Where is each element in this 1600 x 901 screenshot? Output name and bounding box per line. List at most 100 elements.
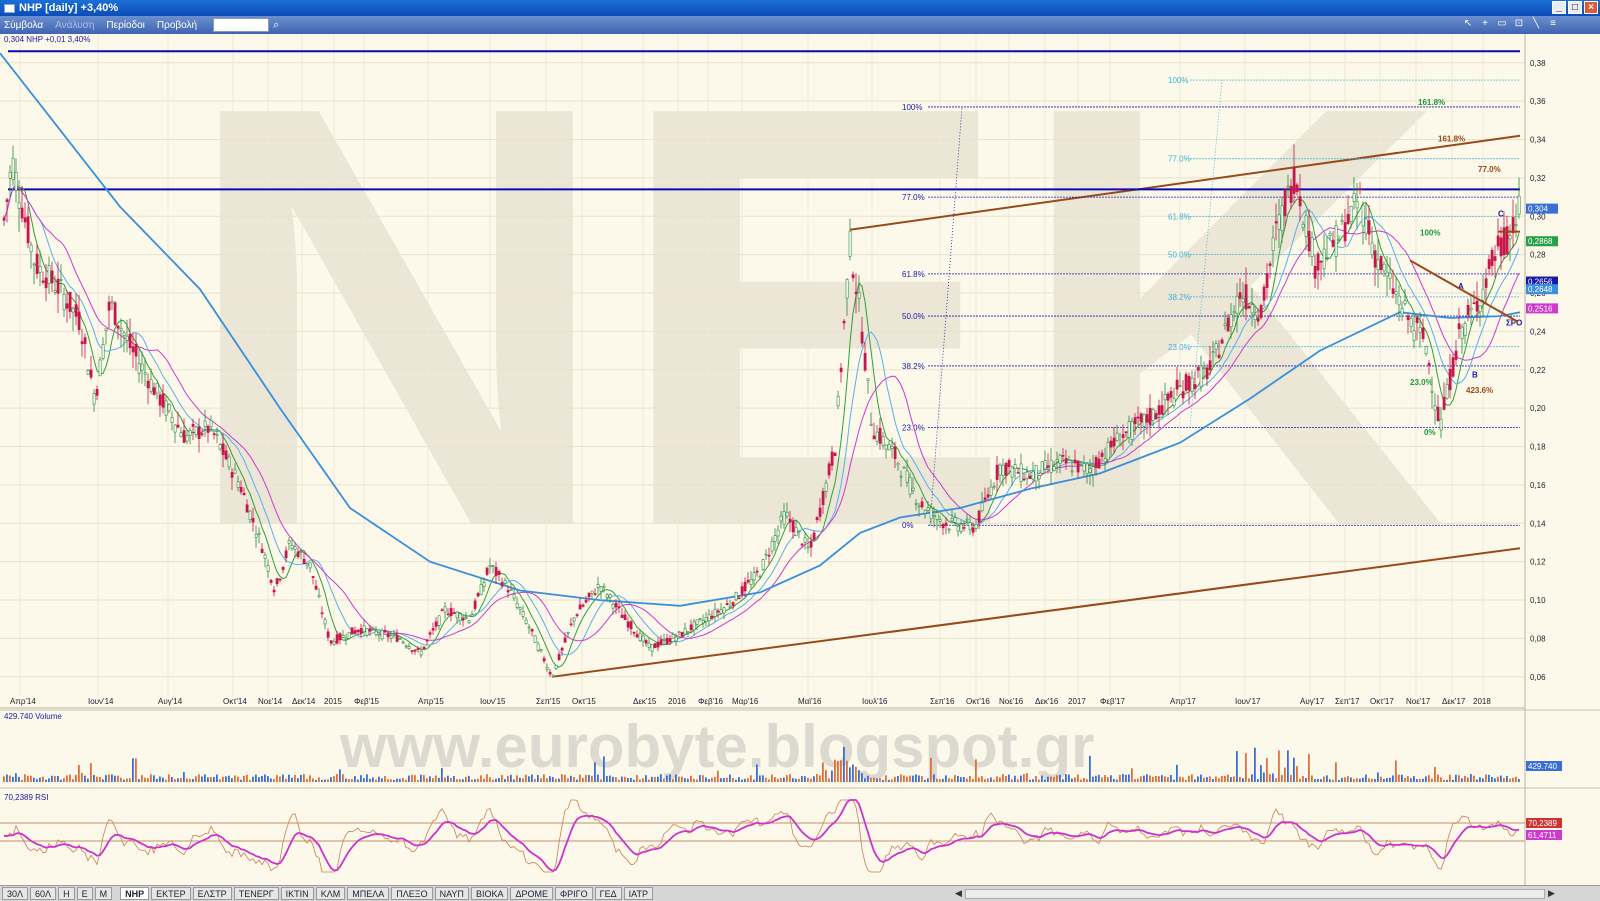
zoom-icon[interactable]: ⊡ bbox=[1512, 17, 1526, 31]
symbol-tab[interactable]: ΕΛΣΤΡ bbox=[192, 887, 232, 900]
symbol-tab[interactable]: Η bbox=[58, 887, 75, 900]
scroll-left-icon[interactable]: ◀ bbox=[955, 888, 962, 899]
candle-body bbox=[1022, 478, 1026, 481]
rsi-header: 70,2389 RSI bbox=[4, 793, 48, 802]
candle-body bbox=[707, 614, 711, 622]
symbol-tab[interactable]: ΚΛΜ bbox=[315, 887, 346, 900]
horizontal-scrollbar[interactable] bbox=[965, 889, 1545, 899]
candle-body bbox=[191, 423, 195, 427]
symbol-tab[interactable]: ΙΚΤΙΝ bbox=[280, 887, 314, 900]
volume-bar bbox=[852, 764, 854, 782]
candle-body bbox=[257, 532, 261, 535]
candle-body bbox=[125, 335, 129, 341]
volume-bar bbox=[1068, 774, 1070, 782]
cursor-icon[interactable]: ↖ bbox=[1461, 17, 1475, 31]
volume-bar bbox=[900, 774, 902, 782]
menu-symbols[interactable]: Σύμβολα bbox=[4, 20, 43, 31]
symbol-tab[interactable]: NHP bbox=[120, 887, 150, 900]
candle-body bbox=[617, 606, 621, 609]
volume-bar bbox=[45, 779, 47, 782]
symbol-tab[interactable]: ΝΑΥΠ bbox=[434, 887, 469, 900]
candle-body bbox=[464, 616, 468, 619]
minimize-button[interactable]: _ bbox=[1552, 1, 1566, 14]
candle-body bbox=[848, 230, 852, 257]
candle-body bbox=[1304, 215, 1308, 237]
price-tick-label: 0,18 bbox=[1530, 443, 1546, 452]
close-button[interactable]: × bbox=[1584, 1, 1598, 14]
maximize-button[interactable]: □ bbox=[1568, 1, 1582, 14]
symbol-tab[interactable]: Μ bbox=[94, 887, 113, 900]
symbol-tab[interactable]: ΦΡΙΓΟ bbox=[554, 887, 593, 900]
volume-bar bbox=[759, 775, 761, 782]
volume-bar bbox=[1422, 778, 1424, 782]
symbol-tab[interactable]: 60Λ bbox=[30, 887, 57, 900]
candle-body bbox=[494, 567, 498, 576]
candle-body bbox=[731, 602, 735, 606]
candle-body bbox=[71, 307, 75, 313]
volume-bar bbox=[546, 778, 548, 782]
candle-body bbox=[1169, 391, 1173, 398]
menu-view[interactable]: Προβολή bbox=[157, 20, 197, 31]
candle-body bbox=[896, 462, 900, 466]
volume-bar bbox=[1431, 778, 1433, 782]
volume-bar bbox=[297, 778, 299, 782]
volume-bar bbox=[558, 778, 560, 782]
scroll-right-icon[interactable]: ▶ bbox=[1548, 888, 1555, 899]
candle-body bbox=[1316, 253, 1320, 271]
volume-bar bbox=[1356, 778, 1358, 782]
volume-bar bbox=[1482, 778, 1484, 782]
symbol-tab[interactable]: 30Λ bbox=[2, 887, 29, 900]
symbol-tab[interactable]: ΠΛΕΞΟ bbox=[391, 887, 433, 900]
symbol-tab[interactable]: ΤΕΝΕΡΓ bbox=[233, 887, 279, 900]
candle-body bbox=[632, 632, 636, 634]
volume-bar bbox=[1239, 776, 1241, 782]
trendline-icon[interactable]: ╲ bbox=[1529, 17, 1543, 31]
candle-body bbox=[584, 599, 588, 603]
candle-body bbox=[1082, 463, 1086, 472]
price-chart[interactable]: NEK www.eurobyte.blogspot.gr 100% 77.0% 61… bbox=[0, 34, 1600, 885]
volume-bar bbox=[1257, 779, 1259, 782]
crosshair-icon[interactable]: + bbox=[1478, 17, 1492, 31]
symbol-tab[interactable]: ΓΕΔ bbox=[594, 887, 622, 900]
volume-bar bbox=[258, 777, 260, 782]
candle-body bbox=[884, 444, 888, 450]
candle-body bbox=[392, 633, 396, 636]
volume-bar bbox=[219, 779, 221, 782]
candle-body bbox=[1076, 460, 1080, 473]
volume-bar bbox=[786, 775, 788, 782]
candle-body bbox=[149, 379, 153, 392]
volume-bar bbox=[1125, 774, 1127, 782]
rectangle-icon[interactable]: ▭ bbox=[1495, 17, 1509, 31]
volume-bar bbox=[1461, 778, 1463, 782]
symbol-tab[interactable]: ΔΡΟΜΕ bbox=[510, 887, 553, 900]
volume-bar bbox=[513, 779, 515, 782]
symbol-tab[interactable]: ΒΙΟΚΑ bbox=[470, 887, 509, 900]
volume-bar bbox=[510, 774, 512, 782]
volume-bar bbox=[201, 776, 203, 782]
volume-bar bbox=[1437, 774, 1439, 782]
volume-bar bbox=[744, 778, 746, 782]
volume-bar bbox=[249, 779, 251, 782]
volume-bar bbox=[951, 778, 953, 782]
candle-body bbox=[626, 621, 630, 628]
volume-bar bbox=[378, 776, 380, 782]
candle-body bbox=[278, 578, 282, 581]
symbol-tab[interactable]: Ε bbox=[76, 887, 93, 900]
symbol-search-input[interactable] bbox=[213, 18, 270, 32]
menu-analysis[interactable]: Ανάλυση bbox=[55, 20, 94, 31]
candle-body bbox=[455, 611, 459, 619]
search-icon[interactable]: ⌕ bbox=[273, 19, 285, 31]
volume-bar bbox=[1479, 777, 1481, 782]
volume-bar bbox=[1017, 779, 1019, 782]
symbol-tab[interactable]: ΙΑΤΡ bbox=[623, 887, 653, 900]
settings-icon[interactable]: ≡ bbox=[1546, 17, 1560, 31]
volume-bar bbox=[1131, 768, 1133, 782]
volume-bar bbox=[222, 776, 224, 782]
symbol-tab[interactable]: ΕΚΤΕΡ bbox=[151, 887, 191, 900]
volume-bar bbox=[1374, 779, 1376, 782]
candle-body bbox=[1232, 310, 1236, 314]
candle-body bbox=[197, 426, 201, 440]
menu-periods[interactable]: Περίοδοι bbox=[106, 20, 145, 31]
candle-body bbox=[995, 464, 999, 480]
symbol-tab[interactable]: ΜΠΕΛΑ bbox=[347, 887, 390, 900]
